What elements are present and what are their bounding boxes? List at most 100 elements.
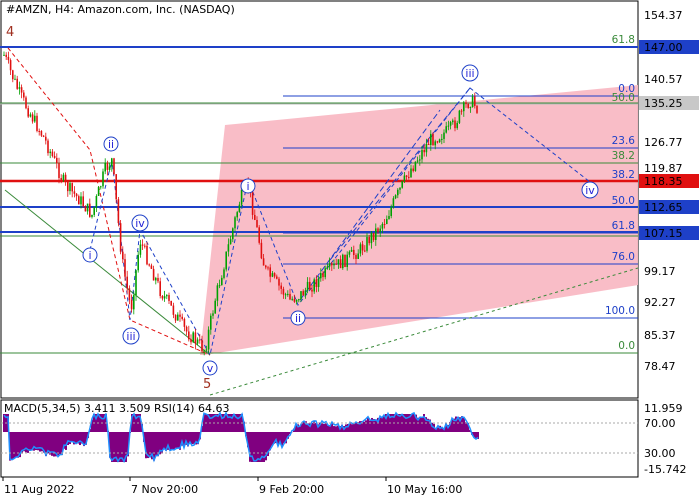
svg-text:135.25: 135.25 xyxy=(644,97,683,110)
candle-body xyxy=(414,161,417,171)
price-chart[interactable]: 0.0 23.6 38.2 50.0 61.8 76.0 100.0 61.8 … xyxy=(0,0,700,500)
candle-body xyxy=(394,195,397,199)
candle-body xyxy=(16,78,18,89)
candle-body xyxy=(339,259,342,269)
wave-label-major-5: 5 xyxy=(203,377,211,392)
fib-label: 61.8 xyxy=(612,34,635,46)
candle-body xyxy=(130,299,133,310)
macd-bar xyxy=(171,432,173,450)
macd-bar xyxy=(335,426,337,432)
candle-body xyxy=(148,264,150,266)
candle-body xyxy=(357,253,359,259)
candle-body xyxy=(78,196,80,205)
indicator-axis: 11.959 70.00 30.00 -15.742 xyxy=(644,402,686,476)
candle-body xyxy=(368,237,370,244)
candle-body xyxy=(438,139,441,143)
candle-body xyxy=(139,244,142,255)
macd-bar xyxy=(375,420,377,432)
price-tick: 154.37 xyxy=(644,9,683,22)
candle-body xyxy=(405,175,408,177)
candle-body xyxy=(375,228,377,240)
candle-body xyxy=(84,206,87,212)
candle-body xyxy=(469,107,472,109)
candle-body xyxy=(229,239,232,245)
price-tick: 140.57 xyxy=(644,73,683,86)
candle-body xyxy=(293,298,296,302)
candle-body xyxy=(172,305,175,315)
candle-body xyxy=(210,315,212,330)
candle-body xyxy=(155,277,157,281)
candle-body xyxy=(93,207,95,215)
candle-body xyxy=(460,110,463,112)
candle-body xyxy=(126,276,128,289)
svg-text:118.35: 118.35 xyxy=(644,175,683,188)
time-tick: 9 Feb 20:00 xyxy=(259,483,324,496)
price-tag-107: 107.15 xyxy=(639,226,699,240)
candle-body xyxy=(100,186,102,188)
macd-bar xyxy=(71,432,73,441)
candle-body xyxy=(251,192,254,215)
candle-body xyxy=(271,273,274,277)
price-tag-135: 135.25 xyxy=(639,96,699,110)
candle-body xyxy=(36,115,38,131)
price-tick: 78.47 xyxy=(644,360,676,373)
candle-body xyxy=(449,122,452,126)
candle-body xyxy=(128,288,131,300)
wave-label: i xyxy=(88,249,91,262)
candle-body xyxy=(31,114,34,122)
candle-body xyxy=(104,162,106,172)
candle-body xyxy=(102,171,104,187)
wave-label: iv xyxy=(585,184,595,197)
candle-body xyxy=(60,178,62,180)
candle-body xyxy=(170,300,172,306)
candle-body xyxy=(25,97,27,109)
candle-body xyxy=(302,291,304,296)
wave-label: iii xyxy=(465,67,474,80)
macd-bar xyxy=(421,417,423,432)
candle-body xyxy=(236,212,238,218)
candle-body xyxy=(227,244,230,252)
candle-body xyxy=(188,331,190,340)
macd-bar xyxy=(111,432,113,462)
candle-body xyxy=(240,190,243,205)
wave-lines-red xyxy=(7,47,211,356)
candle-body xyxy=(7,56,10,61)
candle-body xyxy=(234,217,236,229)
candle-body xyxy=(372,232,375,240)
candle-body xyxy=(113,158,115,175)
candle-body xyxy=(185,326,188,332)
candle-body xyxy=(225,251,227,270)
candle-body xyxy=(410,168,412,178)
macd-bar xyxy=(173,432,175,449)
macd-bar xyxy=(365,420,367,432)
candle-body xyxy=(163,296,166,299)
candle-body xyxy=(89,203,91,217)
candle-body xyxy=(5,54,7,57)
candle-body xyxy=(91,214,93,217)
macd-bar xyxy=(369,420,371,432)
macd-bar xyxy=(321,422,323,432)
candle-body xyxy=(179,314,181,317)
candle-body xyxy=(390,207,392,217)
candle-body xyxy=(115,174,117,200)
candle-body xyxy=(445,126,447,133)
candle-body xyxy=(265,265,267,268)
candle-body xyxy=(258,227,260,243)
candle-body xyxy=(45,136,47,141)
candle-body xyxy=(348,251,351,255)
wedge-area xyxy=(200,85,638,355)
candle-body xyxy=(474,96,476,106)
candle-body xyxy=(346,254,348,267)
candle-body xyxy=(3,54,5,56)
candle-body xyxy=(23,92,25,98)
price-tag-147: 147.00 xyxy=(639,40,699,54)
macd-bar xyxy=(17,432,19,458)
macd-bar xyxy=(257,432,259,462)
price-tag-118: 118.35 xyxy=(639,174,699,188)
candle-body xyxy=(276,276,278,279)
candle-body xyxy=(361,244,364,251)
candle-body xyxy=(452,120,454,123)
candle-body xyxy=(359,244,362,254)
fib-label: 38.2 xyxy=(612,169,635,181)
candle-body xyxy=(355,255,357,259)
